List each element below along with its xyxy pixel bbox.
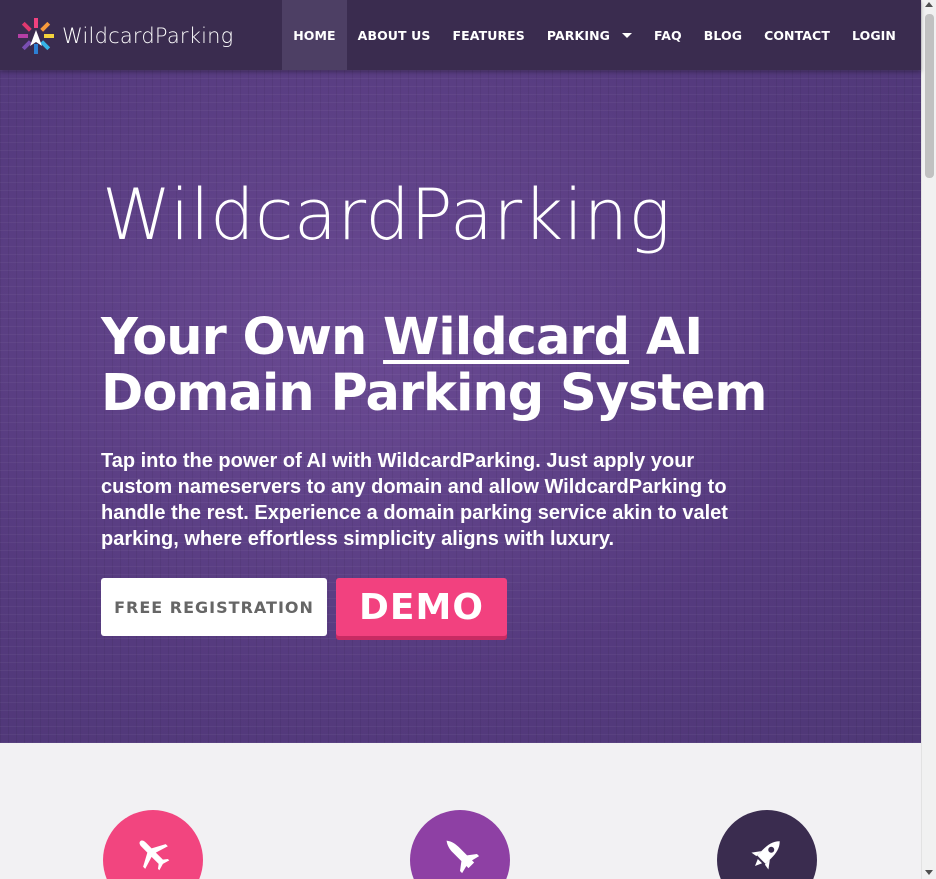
airplane-icon [139, 840, 170, 871]
free-registration-button[interactable]: FREE REGISTRATION [101, 578, 327, 636]
nav-parking-label: PARKING [546, 27, 610, 43]
hero-brand-wordmark: WildcardParking [102, 174, 671, 256]
rocket-icon [751, 841, 780, 870]
main-nav: HOME ABOUT US FEATURES PARKING FAQ BLOG … [282, 0, 921, 70]
nav-login-label: LOGIN [851, 27, 896, 43]
nav-blog-label: BLOG [703, 27, 743, 43]
nav-parking[interactable]: PARKING [536, 0, 643, 70]
feature-circle-rocket [717, 810, 817, 879]
nav-about-us-label: ABOUT US [357, 27, 431, 43]
scroll-down-arrow-icon[interactable] [925, 870, 933, 875]
space-shuttle-icon [446, 840, 480, 874]
nav-home-label: HOME [293, 27, 336, 43]
nav-features-label: FEATURES [452, 27, 525, 43]
hero-description: Tap into the power of AI with WildcardPa… [101, 450, 728, 550]
hero-title: Your Own Wildcard AI Domain Parking Syst… [101, 310, 801, 422]
nav-contact-label: CONTACT [764, 27, 830, 43]
nav-contact[interactable]: CONTACT [753, 0, 841, 70]
nav-faq[interactable]: FAQ [643, 0, 693, 70]
feature-circle-shuttle [410, 810, 510, 879]
demo-button[interactable]: DEMO [336, 578, 507, 636]
features-section [0, 743, 921, 879]
nav-login[interactable]: LOGIN [841, 0, 921, 70]
nav-home[interactable]: HOME [282, 0, 347, 70]
site-header: WildcardParking HOME ABOUT US FEATURES P… [0, 0, 921, 70]
scroll-up-arrow-icon[interactable] [925, 2, 933, 7]
page-scrollbar[interactable] [921, 0, 936, 879]
feature-circle-airplane [103, 810, 203, 879]
page: WildcardParking HOME ABOUT US FEATURES P… [0, 0, 936, 879]
nav-blog[interactable]: BLOG [693, 0, 753, 70]
caret-down-icon [622, 33, 632, 38]
nav-faq-label: FAQ [654, 27, 682, 43]
site-logo[interactable]: WildcardParking [16, 16, 233, 56]
hero-section: WildcardParking Your Own Wildcard AI Dom… [0, 70, 921, 743]
scrollbar-thumb[interactable] [925, 14, 934, 178]
hero-title-emphasis: Wildcard [383, 308, 630, 367]
nav-about-us[interactable]: ABOUT US [347, 0, 442, 70]
logo-text: WildcardParking [62, 24, 234, 48]
hero-title-part1: Your Own [101, 308, 384, 367]
nav-features[interactable]: FEATURES [441, 0, 535, 70]
logo-icon [18, 18, 54, 54]
